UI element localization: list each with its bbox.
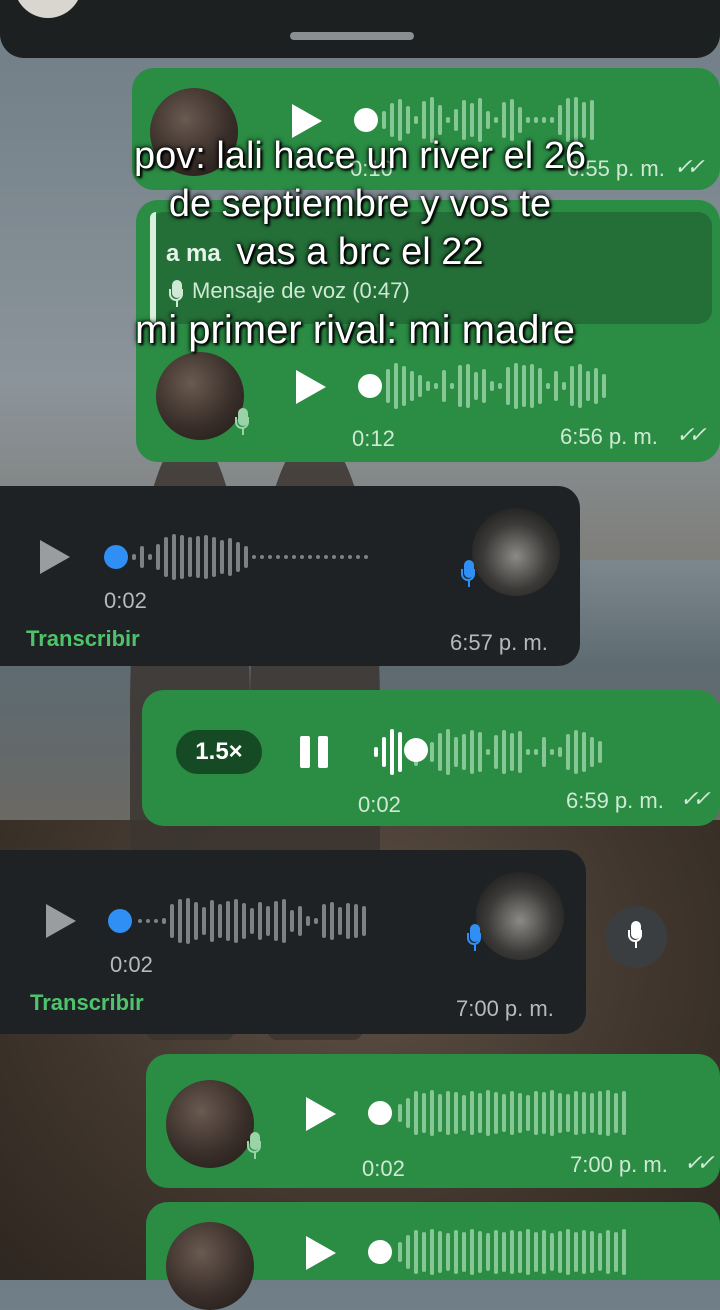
avatar: [166, 1080, 254, 1168]
playback-position-dot[interactable]: [368, 1240, 392, 1264]
timestamp: 7:00 p. m.: [456, 996, 554, 1021]
playback-speed-button[interactable]: 1.5×: [176, 730, 262, 774]
waveform[interactable]: [386, 361, 606, 411]
playback-position-dot[interactable]: [358, 374, 382, 398]
timestamp: 6:56 p. m.: [560, 424, 658, 449]
mic-icon: [234, 408, 252, 438]
play-icon[interactable]: [296, 370, 326, 404]
double-check-icon: ✓✓: [680, 786, 711, 811]
playback-position-dot[interactable]: [104, 545, 128, 569]
timestamp: 6:59 p. m.: [566, 788, 664, 813]
caption-line-3: vas a brc el 22: [236, 231, 484, 273]
avatar: [476, 872, 564, 960]
top-strip: [0, 0, 720, 58]
voice-message-6[interactable]: 0:02 7:00 p. m. ✓✓: [146, 1054, 720, 1188]
play-icon[interactable]: [306, 1236, 336, 1270]
duration-label: 0:02: [104, 588, 147, 613]
timestamp: 6:57 p. m.: [450, 630, 548, 655]
transcribe-button[interactable]: Transcribir: [26, 626, 140, 652]
waveform[interactable]: [132, 532, 368, 582]
mic-icon: [246, 1132, 264, 1162]
double-check-icon: ✓✓: [684, 1150, 715, 1175]
top-strip-avatar: [14, 0, 82, 18]
playback-position-dot[interactable]: [354, 108, 378, 132]
caption-line-1: pov: lali hace un river el 26: [133, 135, 587, 177]
waveform[interactable]: [398, 1227, 626, 1277]
caption-line-4: mi primer rival: mi madre: [134, 308, 576, 352]
duration-label: 0:02: [110, 952, 153, 977]
avatar: [166, 1222, 254, 1310]
waveform[interactable]: [138, 896, 366, 946]
transcribe-button[interactable]: Transcribir: [30, 990, 144, 1016]
duration-label: 0:12: [352, 426, 395, 451]
pause-icon[interactable]: [300, 736, 330, 768]
playback-position-dot[interactable]: [108, 909, 132, 933]
double-check-icon: ✓✓: [676, 422, 707, 447]
record-voice-button[interactable]: [605, 906, 667, 968]
mic-icon: [466, 924, 484, 954]
duration-label: 0:02: [362, 1156, 405, 1181]
duration-label: 0:02: [358, 792, 401, 817]
waveform[interactable]: [398, 1088, 626, 1138]
play-icon[interactable]: [46, 904, 76, 938]
mic-icon: [627, 921, 645, 951]
voice-message-7[interactable]: [146, 1202, 720, 1310]
voice-message-4[interactable]: 1.5× 0:02 6:59 p. m. ✓✓: [142, 690, 720, 826]
play-icon[interactable]: [306, 1097, 336, 1131]
caption-line-2: de septiembre y vos te: [168, 183, 552, 225]
timestamp: 7:00 p. m.: [570, 1152, 668, 1177]
drag-handle[interactable]: [290, 32, 414, 40]
playback-position-dot[interactable]: [368, 1101, 392, 1125]
mic-icon: [460, 560, 478, 590]
voice-message-5[interactable]: 0:02 Transcribir 7:00 p. m.: [0, 850, 586, 1034]
avatar: [472, 508, 560, 596]
playback-position-dot[interactable]: [404, 738, 428, 762]
voice-message-3[interactable]: 0:02 Transcribir 6:57 p. m.: [0, 486, 580, 666]
quoted-reply-label: Mensaje de voz (0:47): [192, 278, 410, 303]
play-icon[interactable]: [40, 540, 70, 574]
avatar: [156, 352, 244, 440]
